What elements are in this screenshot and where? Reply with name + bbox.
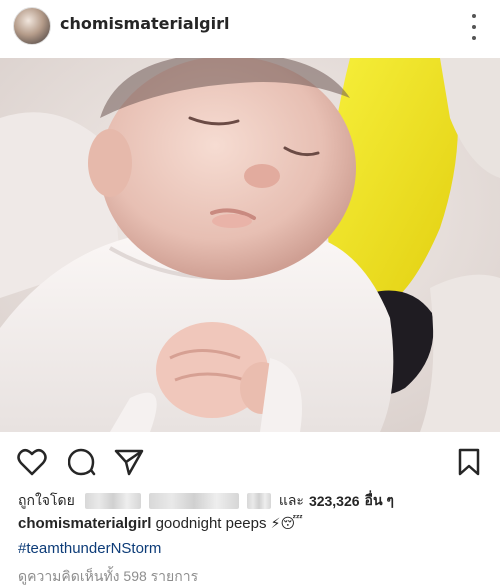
caption: chomismaterialgirl goodnight peeps ⚡😴 [18, 515, 303, 532]
likes-line: ถูกใจโดย และ 323,326 อื่น ๆ [18, 490, 394, 512]
redacted-username [148, 493, 239, 509]
likes-prefix: ถูกใจโดย [18, 492, 75, 508]
more-vertical-icon[interactable] [470, 14, 478, 40]
post-username[interactable]: chomismaterialgirl [60, 14, 229, 33]
bookmark-icon[interactable] [458, 448, 480, 481]
share-icon[interactable] [114, 448, 144, 481]
post-photo[interactable] [0, 58, 500, 432]
likes-connector: และ [278, 492, 304, 508]
caption-text: goodnight peeps [155, 515, 267, 532]
redacted-username [84, 493, 141, 509]
comment-icon[interactable] [67, 448, 96, 481]
action-bar [0, 440, 500, 480]
likes-suffix[interactable]: อื่น ๆ [365, 490, 394, 512]
view-all-comments-link[interactable]: ดูความคิดเห็นทั้ง 598 รายการ [18, 566, 198, 588]
likes-count[interactable]: 323,326 [309, 493, 360, 509]
avatar[interactable] [13, 7, 51, 45]
caption-emojis: ⚡😴 [270, 515, 303, 531]
redacted-username [246, 493, 271, 509]
caption-username[interactable]: chomismaterialgirl [18, 515, 151, 532]
heart-icon[interactable] [17, 448, 47, 481]
caption-hashtag[interactable]: #teamthunderNStorm [18, 540, 161, 557]
post-header: chomismaterialgirl [0, 0, 500, 54]
